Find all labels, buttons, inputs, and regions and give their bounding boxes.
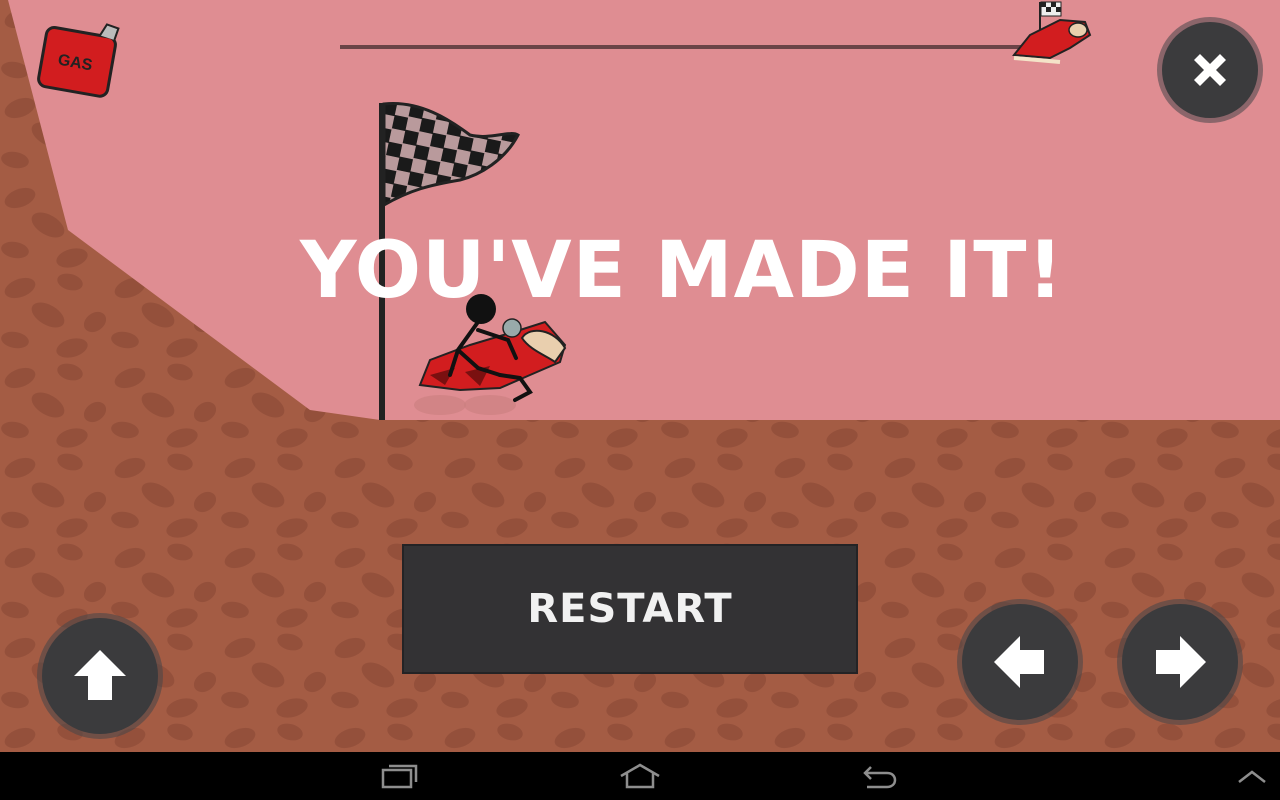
menu-button[interactable]	[1230, 752, 1274, 800]
recent-apps-icon	[381, 764, 418, 789]
chevron-up-icon	[1238, 770, 1266, 783]
progress-marker-bike	[1012, 1, 1092, 64]
arrow-left-icon	[994, 636, 1044, 688]
finish-message: YOU'VE MADE IT!	[300, 226, 1064, 316]
gas-can-icon: GAS	[37, 23, 120, 98]
back-button[interactable]	[850, 752, 910, 800]
close-button[interactable]	[1162, 22, 1258, 118]
accelerate-button[interactable]	[42, 618, 158, 734]
back-icon	[863, 766, 897, 789]
home-icon	[620, 763, 660, 789]
arrow-right-icon	[1156, 636, 1206, 688]
system-navigation-bar	[0, 752, 1280, 800]
arrow-up-icon	[74, 650, 126, 700]
tilt-right-button[interactable]	[1122, 604, 1238, 720]
recent-apps-button[interactable]	[370, 752, 430, 800]
home-button[interactable]	[610, 752, 670, 800]
tilt-left-button[interactable]	[962, 604, 1078, 720]
close-icon	[1194, 54, 1226, 86]
restart-button[interactable]: RESTART	[402, 544, 858, 674]
